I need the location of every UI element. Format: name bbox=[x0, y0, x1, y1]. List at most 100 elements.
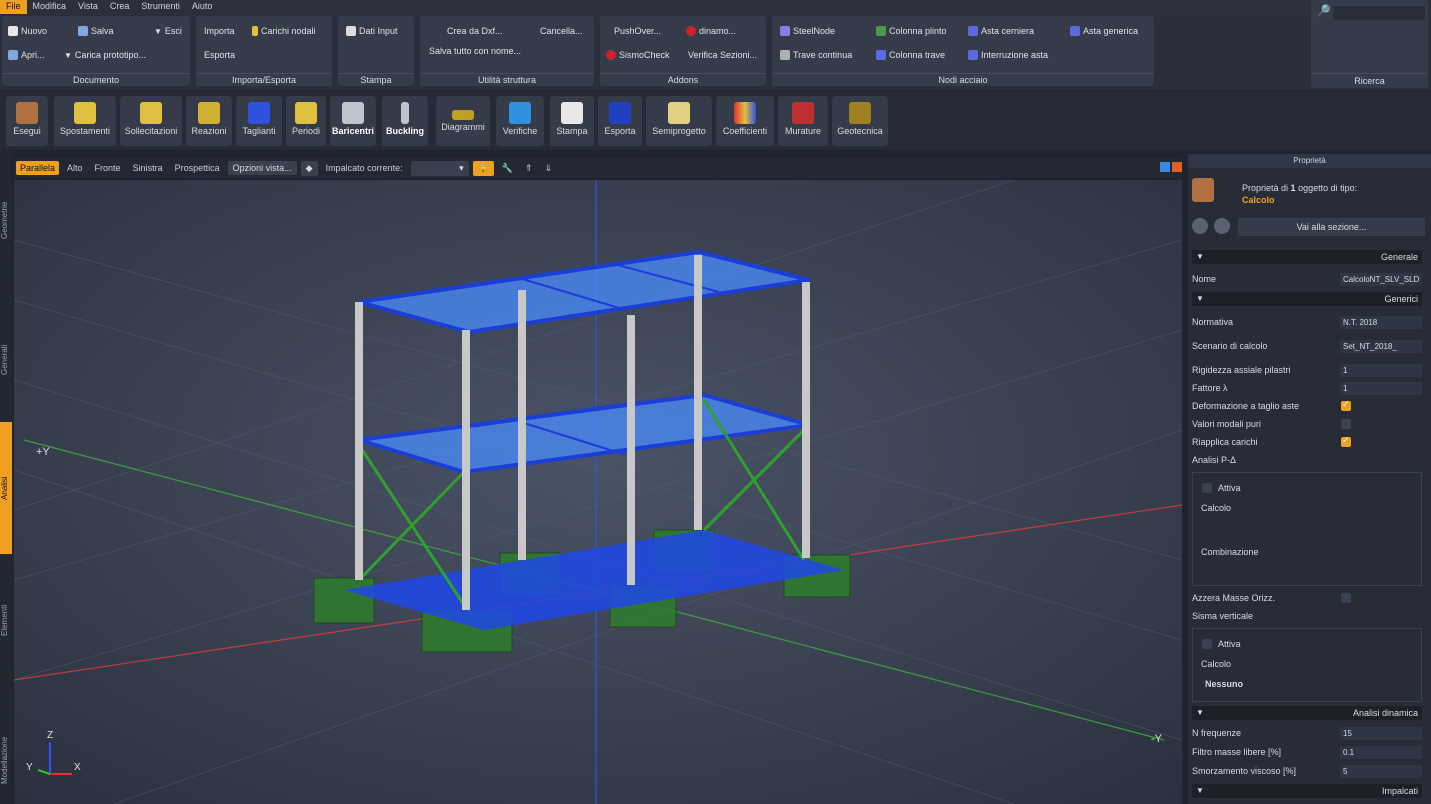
pushover-button[interactable]: PushOver... bbox=[614, 26, 661, 36]
tab-fronte[interactable]: Fronte bbox=[91, 161, 125, 175]
esegui-button[interactable]: Esegui bbox=[6, 96, 48, 146]
smorzamento-field[interactable]: 5 bbox=[1340, 764, 1422, 778]
forward-icon[interactable] bbox=[1214, 218, 1230, 234]
section-generici[interactable]: ▼ Generici bbox=[1192, 292, 1422, 306]
expand-icon[interactable] bbox=[1160, 162, 1170, 172]
coefficient-icon bbox=[734, 102, 756, 124]
back-icon[interactable] bbox=[1192, 218, 1208, 234]
riapplica-checkbox[interactable] bbox=[1341, 435, 1351, 447]
salva-button[interactable]: Salva bbox=[78, 26, 114, 36]
buckling-button[interactable]: Buckling bbox=[382, 96, 428, 146]
section-impalcati[interactable]: ▼ Impalcati bbox=[1192, 784, 1422, 798]
displacement-icon bbox=[74, 102, 96, 124]
tab-sinistra[interactable]: Sinistra bbox=[129, 161, 167, 175]
tab-alto[interactable]: Alto bbox=[63, 161, 87, 175]
impalcato-select[interactable]: ▾ bbox=[410, 160, 469, 176]
arrow-down-icon[interactable]: ⇓ bbox=[541, 161, 557, 176]
apri-button[interactable]: Apri... bbox=[8, 50, 45, 60]
colonna-trave-button[interactable]: Colonna trave bbox=[876, 50, 945, 60]
nuovo-button[interactable]: Nuovo bbox=[8, 26, 47, 36]
plus-y-label: +Y bbox=[36, 446, 50, 458]
taglianti-button[interactable]: Taglianti bbox=[236, 96, 282, 146]
diagram-icon bbox=[452, 110, 474, 120]
asta-cerniera-button[interactable]: Asta cerniera bbox=[968, 26, 1034, 36]
sisma-nessuno[interactable]: Nessuno bbox=[1205, 679, 1243, 689]
esporta-button[interactable]: Esporta bbox=[204, 50, 235, 60]
vai-alla-sezione-select[interactable]: Vai alla sezione... bbox=[1238, 218, 1425, 236]
arrow-up-icon[interactable]: ⇑ bbox=[521, 161, 537, 176]
load-icon bbox=[252, 26, 258, 36]
tab-parallela[interactable]: Parallela bbox=[16, 161, 60, 175]
arrow-icon[interactable]: ◆ bbox=[300, 160, 318, 176]
carica-prototipo-button[interactable]: ▼ Carica prototipo... bbox=[64, 50, 146, 60]
valori-modali-checkbox[interactable] bbox=[1341, 419, 1351, 429]
row-fattore: Fattore λ1 bbox=[1192, 380, 1422, 396]
side-tab-elementi[interactable]: Elementi bbox=[0, 590, 12, 650]
stress-icon bbox=[140, 102, 162, 124]
menu-strumenti[interactable]: Strumenti bbox=[135, 0, 186, 14]
geotecnica-button[interactable]: Geotecnica bbox=[832, 96, 888, 146]
nfreq-field[interactable]: 15 bbox=[1340, 726, 1422, 740]
menu-vista[interactable]: Vista bbox=[72, 0, 104, 14]
filtro-field[interactable]: 0.1 bbox=[1340, 745, 1422, 759]
coefficienti-button[interactable]: Coefficienti bbox=[716, 96, 774, 146]
normativa-select[interactable]: N.T. 2018 bbox=[1340, 315, 1422, 329]
carichi-nodali-button[interactable]: Carichi nodali bbox=[252, 26, 316, 36]
sollecitazioni-button[interactable]: Sollecitazioni bbox=[120, 96, 182, 146]
opzioni-vista-button[interactable]: Opzioni vista... bbox=[227, 161, 297, 175]
verifiche-button[interactable]: Verifiche bbox=[496, 96, 544, 146]
pdelta-attiva[interactable]: Attiva bbox=[1201, 483, 1241, 493]
dati-input-button[interactable]: Dati Input bbox=[346, 26, 398, 36]
scenario-select[interactable]: Set_NT_2018_ bbox=[1340, 339, 1422, 353]
shear-icon bbox=[248, 102, 270, 124]
stampa-button[interactable]: Stampa bbox=[550, 96, 594, 146]
pdelta-box: Attiva Calcolo Combinazione bbox=[1192, 472, 1422, 586]
fattore-field[interactable]: 1 bbox=[1340, 381, 1422, 395]
deformazione-checkbox[interactable] bbox=[1341, 399, 1351, 411]
nome-field[interactable]: CalcoloNT_SLV_SLD bbox=[1340, 272, 1422, 286]
close-icon[interactable] bbox=[1172, 162, 1182, 172]
menu-modifica[interactable]: Modifica bbox=[27, 0, 73, 14]
row-riapplica: Riapplica carichi bbox=[1192, 434, 1422, 450]
crea-dxf-button[interactable]: Crea da Dxf... bbox=[447, 26, 503, 36]
semiprogetto-button[interactable]: Semiprogetto bbox=[646, 96, 712, 146]
menu-file[interactable]: File bbox=[0, 0, 27, 14]
dinamo-button[interactable]: dinamo... bbox=[686, 26, 736, 36]
spostamenti-button[interactable]: Spostamenti bbox=[54, 96, 116, 146]
importa-button[interactable]: Importa bbox=[204, 26, 235, 36]
cancella-button[interactable]: Cancella... bbox=[540, 26, 583, 36]
verifica-sezioni-button[interactable]: Verifica Sezioni... bbox=[688, 50, 757, 60]
menu-aiuto[interactable]: Aiuto bbox=[186, 0, 219, 14]
side-tab-analisi[interactable]: Analisi bbox=[0, 422, 12, 554]
gizmo-x-label: X bbox=[74, 762, 81, 773]
sisma-attiva[interactable]: Attiva bbox=[1201, 639, 1241, 649]
side-tab-geometrie[interactable]: Geometrie bbox=[0, 190, 12, 250]
reazioni-button[interactable]: Reazioni bbox=[186, 96, 232, 146]
side-tab-modellazione[interactable]: Modellazione bbox=[0, 720, 12, 800]
azzera-checkbox[interactable] bbox=[1341, 593, 1351, 603]
search-input[interactable] bbox=[1333, 6, 1425, 20]
object-type: Calcolo bbox=[1242, 195, 1275, 205]
periodi-button[interactable]: Periodi bbox=[286, 96, 326, 146]
sismocheck-button[interactable]: SismoCheck bbox=[606, 50, 670, 60]
trave-continua-button[interactable]: Trave continua bbox=[780, 50, 852, 60]
section-analisi-dinamica[interactable]: ▼ Analisi dinamica bbox=[1192, 706, 1422, 720]
salva-tutto-button[interactable]: Salva tutto con nome... bbox=[429, 46, 521, 56]
side-tab-generali[interactable]: Generali bbox=[0, 330, 12, 390]
steelnode-button[interactable]: SteelNode bbox=[780, 26, 835, 36]
tab-prospettica[interactable]: Prospettica bbox=[171, 161, 224, 175]
esporta-toolbar-button[interactable]: Esporta bbox=[598, 96, 642, 146]
section-generale[interactable]: ▼ Generale bbox=[1192, 250, 1422, 264]
asta-generica-button[interactable]: Asta generica bbox=[1070, 26, 1138, 36]
3d-viewport[interactable]: +Y -Y Z Y X bbox=[14, 180, 1182, 804]
rigidezza-field[interactable]: 1 bbox=[1340, 363, 1422, 377]
interruzione-asta-button[interactable]: Interruzione asta bbox=[968, 50, 1048, 60]
diagrammi-button[interactable]: Diagrammi bbox=[436, 96, 490, 146]
colonna-plinto-button[interactable]: Colonna plinto bbox=[876, 26, 947, 36]
murature-button[interactable]: Murature bbox=[778, 96, 828, 146]
esci-button[interactable]: ▼ Esci bbox=[154, 26, 182, 36]
wrench-icon[interactable]: 🔧 bbox=[498, 161, 517, 176]
lock-icon[interactable]: 🔒 bbox=[472, 160, 494, 176]
baricentri-button[interactable]: Baricentri bbox=[330, 96, 376, 146]
menu-crea[interactable]: Crea bbox=[104, 0, 136, 14]
